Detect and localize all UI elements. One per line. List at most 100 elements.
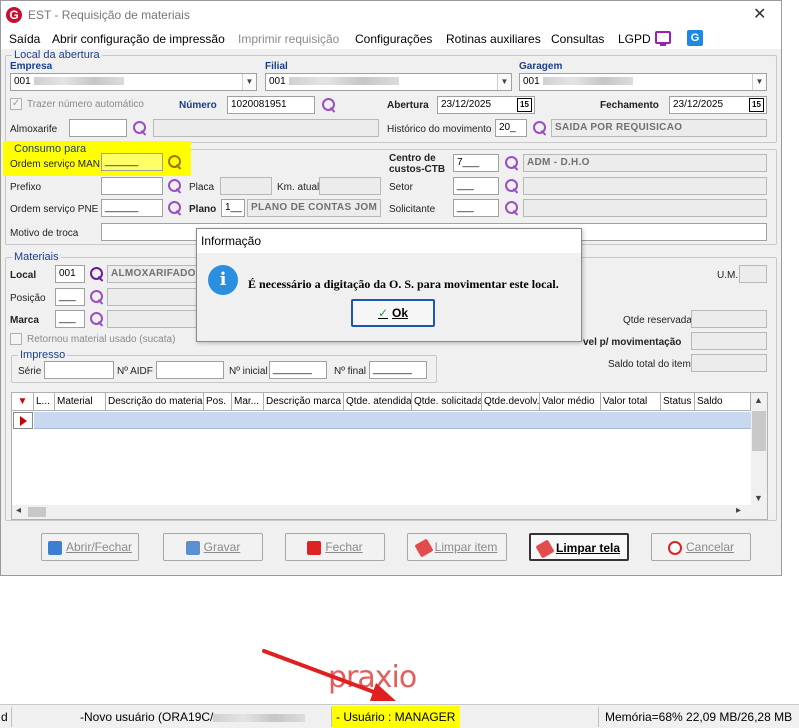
cancelar-button[interactable]: Cancelar (651, 533, 751, 561)
status-memoria: Memória=68% 22,09 MB/26,28 MB (605, 710, 793, 724)
local-code-input[interactable]: 001 (55, 265, 85, 283)
scroll-thumb-horizontal[interactable] (28, 507, 46, 517)
abertura-label: Abertura (387, 100, 429, 111)
scroll-left-icon[interactable]: ◂ (16, 505, 21, 516)
row-indicator (13, 412, 33, 429)
search-icon[interactable] (89, 266, 105, 282)
column-header[interactable]: Material (55, 393, 106, 411)
empresa-label: Empresa (10, 61, 53, 72)
vertical-scrollbar[interactable]: ▲ ▼ (751, 393, 767, 519)
prefixo-input[interactable] (101, 177, 163, 195)
column-header[interactable]: Descrição marca (264, 393, 344, 411)
menu-abrir-configuracao[interactable]: Abrir configuração de impressão (52, 32, 225, 46)
setor-label: Setor (389, 182, 413, 193)
column-header[interactable]: Pos. (204, 393, 232, 411)
search-icon[interactable] (504, 178, 520, 194)
column-header[interactable]: Qtde. atendida (344, 393, 412, 411)
search-icon[interactable] (89, 311, 105, 327)
column-header[interactable]: Valor total (601, 393, 661, 411)
menu-configuracoes[interactable]: Configurações (355, 32, 432, 46)
lock-icon (307, 540, 322, 555)
materials-grid[interactable]: ▼ L... Material Descrição do material Po… (11, 392, 768, 520)
aidf-input[interactable] (156, 361, 224, 379)
almoxarife-input[interactable] (69, 119, 127, 137)
centro-code-input[interactable]: 7___ (453, 154, 499, 172)
search-icon[interactable] (167, 178, 183, 194)
scroll-down-icon[interactable]: ▼ (754, 493, 763, 503)
menu-consultas[interactable]: Consultas (551, 32, 604, 46)
numero-input[interactable]: 1020081951 (227, 96, 315, 114)
menu-imprimir-requisicao[interactable]: Imprimir requisição (238, 32, 339, 46)
search-icon[interactable] (532, 120, 548, 136)
placa-label: Placa (189, 182, 215, 193)
column-header[interactable]: Saldo (695, 393, 751, 411)
calendar-icon[interactable]: 15 (517, 98, 532, 112)
g-app-icon[interactable]: G (687, 30, 703, 46)
ok-button[interactable]: ✓ Ok (351, 299, 435, 327)
local-description: ALMOXARIFADO (107, 265, 199, 283)
scroll-right-icon[interactable]: ▸ (736, 505, 741, 516)
marca-label: Marca (10, 315, 39, 326)
table-row[interactable] (34, 412, 751, 429)
search-icon[interactable] (167, 154, 183, 170)
plano-code-input[interactable]: 1__ (221, 199, 245, 217)
empresa-select[interactable]: 001 (10, 73, 257, 91)
column-header[interactable]: L... (34, 393, 55, 411)
column-header[interactable]: Valor médio (540, 393, 601, 411)
status-left-fragment: d (1, 710, 8, 724)
menu-lgpd[interactable]: LGPD (618, 32, 651, 46)
scroll-up-icon[interactable]: ▲ (754, 395, 763, 405)
solicitante-code-input[interactable]: ___ (453, 199, 499, 217)
column-header[interactable]: Qtde. solicitada (412, 393, 482, 411)
final-input[interactable]: _______ (369, 361, 427, 379)
km-input (319, 177, 381, 195)
column-header[interactable]: Descrição do material (106, 393, 204, 411)
prefixo-label: Prefixo (10, 182, 42, 193)
marca-input[interactable]: ___ (55, 310, 85, 328)
filial-select[interactable]: 001 (265, 73, 512, 91)
calendar-icon[interactable]: 15 (749, 98, 764, 112)
search-icon[interactable] (504, 200, 520, 216)
posicao-input[interactable]: ___ (55, 288, 85, 306)
column-header[interactable]: Mar... (232, 393, 264, 411)
serie-label: Série (18, 366, 42, 377)
solicitante-label: Solicitante (389, 204, 436, 215)
status-bar: d -Novo usuário (ORA19C/ - Usuário : MAN… (0, 704, 799, 728)
search-icon[interactable] (321, 97, 337, 113)
search-icon[interactable] (132, 120, 148, 136)
close-icon[interactable]: ✕ (753, 4, 766, 24)
search-icon[interactable] (89, 289, 105, 305)
plano-description: PLANO DE CONTAS JOM (247, 199, 381, 217)
search-icon[interactable] (167, 200, 183, 216)
limpar-item-button[interactable]: Limpar item (407, 533, 507, 561)
almoxarife-description (153, 119, 379, 137)
os-pne-input[interactable]: ______ (101, 199, 163, 217)
chevron-down-icon[interactable]: ▼ (242, 74, 256, 90)
limpar-tela-button[interactable]: Limpar tela (529, 533, 629, 561)
serie-input[interactable] (44, 361, 114, 379)
monitor-icon[interactable] (655, 31, 671, 46)
saldo-total-input (691, 354, 767, 372)
historico-description: SAIDA POR REQUISICAO (551, 119, 767, 137)
scroll-thumb[interactable] (752, 411, 766, 451)
search-icon[interactable] (504, 155, 520, 171)
menu-saida[interactable]: Saída (9, 32, 40, 46)
column-header[interactable]: Qtde.devolv. (482, 393, 540, 411)
column-header[interactable]: Status (661, 393, 695, 411)
inicial-input[interactable]: _______ (269, 361, 327, 379)
setor-code-input[interactable]: ___ (453, 177, 499, 195)
garagem-select[interactable]: 001 (519, 73, 767, 91)
horizontal-scrollbar[interactable]: ◂ ▸ (12, 505, 751, 519)
menu-rotinas-auxiliares[interactable]: Rotinas auxiliares (446, 32, 541, 46)
retornou-checkbox[interactable] (10, 333, 22, 345)
abrir-fechar-button[interactable]: Abrir/Fechar (41, 533, 139, 561)
os-man-input[interactable]: ______ (101, 153, 163, 171)
fechar-button[interactable]: Fechar (285, 533, 385, 561)
open-icon (47, 540, 62, 555)
materiais-legend: Materiais (12, 251, 61, 263)
gravar-button[interactable]: Gravar (163, 533, 263, 561)
chevron-down-icon[interactable]: ▼ (497, 74, 511, 90)
trazer-numero-checkbox[interactable]: ✓ (10, 98, 22, 110)
chevron-down-icon[interactable]: ▼ (752, 74, 766, 90)
historico-code-input[interactable]: 20_ (495, 119, 527, 137)
